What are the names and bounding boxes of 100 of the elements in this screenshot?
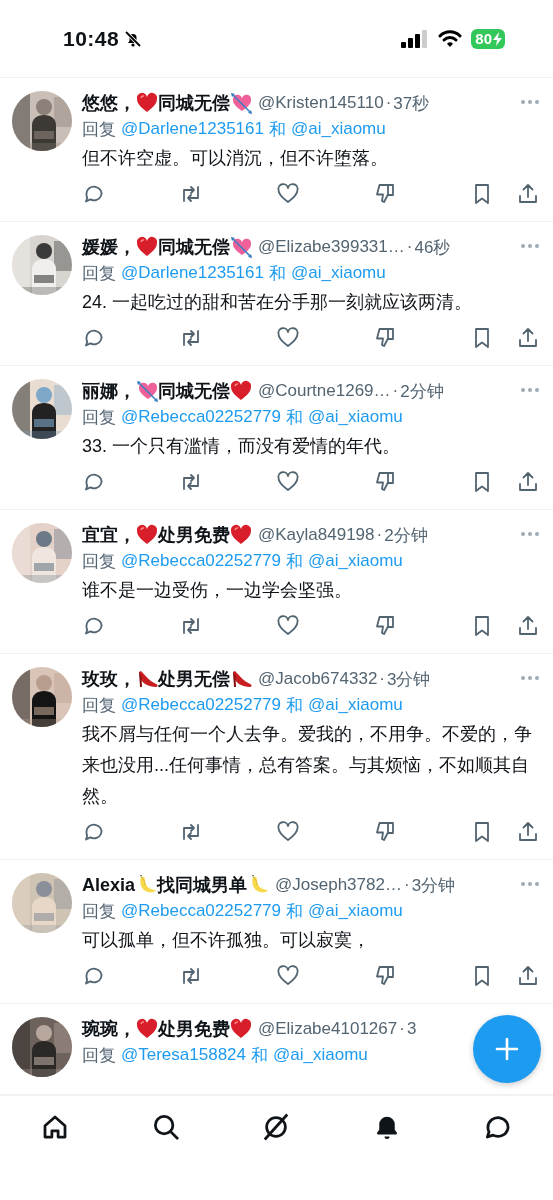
reply-label: 回复 bbox=[82, 694, 116, 717]
plus-icon bbox=[495, 1037, 519, 1061]
user-handle: @Kayla849198 bbox=[258, 525, 375, 545]
user-handle: @Elizabe399331… bbox=[258, 237, 405, 257]
high-heel-icon bbox=[136, 668, 158, 690]
conjunction: 和 bbox=[269, 262, 286, 285]
conjunction: 和 bbox=[269, 118, 286, 141]
heart-icon bbox=[230, 1018, 252, 1040]
like-icon[interactable] bbox=[276, 326, 300, 348]
arrow-heart-icon bbox=[230, 92, 252, 114]
mention-link[interactable]: @ai_xiaomu bbox=[291, 263, 386, 283]
separator-dot: · bbox=[378, 669, 387, 689]
share-icon[interactable] bbox=[516, 614, 540, 636]
mention-link[interactable]: @Rebecca02252779 bbox=[121, 407, 281, 427]
mention-link[interactable]: @Rebecca02252779 bbox=[121, 695, 281, 715]
timestamp: 2分钟 bbox=[384, 524, 428, 547]
tweet-text: 但不许空虚。可以消沉，但不许堕落。 bbox=[82, 148, 389, 168]
display-name: 丽娜， bbox=[82, 380, 136, 403]
mention-link[interactable]: @Darlene1235161 bbox=[121, 119, 264, 139]
separator-dot: · bbox=[398, 1019, 406, 1039]
user-handle: @Elizabe4101267 bbox=[258, 1019, 398, 1039]
display-name: 同城无偿 bbox=[158, 92, 230, 115]
timestamp: 2分钟 bbox=[400, 380, 444, 403]
like-icon[interactable] bbox=[276, 820, 300, 842]
conjunction: 和 bbox=[251, 1044, 268, 1067]
timestamp: 46秒 bbox=[414, 236, 451, 259]
timestamp: 3 bbox=[406, 1019, 417, 1039]
share-icon[interactable] bbox=[516, 182, 540, 204]
mention-link[interactable]: @ai_xiaomu bbox=[308, 901, 403, 921]
tweet-text: 谁不是一边受伤，一边学会坚强。 bbox=[82, 580, 353, 600]
reply-label: 回复 bbox=[82, 118, 116, 141]
like-icon[interactable] bbox=[276, 614, 300, 636]
conjunction: 和 bbox=[286, 406, 303, 429]
dislike-icon[interactable] bbox=[373, 326, 397, 348]
display-name: Alexia bbox=[82, 874, 136, 896]
user-handle: @Kristen145110 bbox=[258, 93, 384, 113]
share-icon[interactable] bbox=[516, 820, 540, 842]
mention-link[interactable]: @ai_xiaomu bbox=[273, 1045, 368, 1065]
display-name: 琬琬， bbox=[82, 1018, 136, 1041]
reply-label: 回复 bbox=[82, 262, 116, 285]
display-name: 处男无偿 bbox=[158, 668, 230, 691]
tweet-text: 我不屑与任何一个人去争。爱我的，不用争。不爱的，争来也没用...任何事情，总有答案。与其烦恼，不如顺其自然。 bbox=[82, 724, 532, 806]
timestamp: 37秒 bbox=[393, 92, 430, 115]
conjunction: 和 bbox=[286, 694, 303, 717]
mention-link[interactable]: @ai_xiaomu bbox=[308, 695, 403, 715]
conjunction: 和 bbox=[286, 550, 303, 573]
dislike-icon[interactable] bbox=[373, 964, 397, 986]
display-name: 处男免费 bbox=[158, 1018, 230, 1041]
heart-icon bbox=[136, 524, 158, 546]
timestamp: 3分钟 bbox=[411, 874, 456, 897]
display-name: 处男免费 bbox=[158, 524, 230, 547]
compose-button[interactable] bbox=[473, 1015, 541, 1083]
reply-label: 回复 bbox=[82, 406, 116, 429]
reply-label: 回复 bbox=[82, 550, 116, 573]
mention-link[interactable]: @ai_xiaomu bbox=[308, 551, 403, 571]
arrow-heart-icon bbox=[136, 380, 158, 402]
status-time: 10:48 bbox=[63, 26, 120, 51]
separator-dot: · bbox=[384, 93, 393, 113]
heart-icon bbox=[136, 236, 158, 258]
tweet-text: 33. 一个只有滥情，而没有爱情的年代。 bbox=[82, 436, 402, 456]
arrow-heart-icon bbox=[230, 236, 252, 258]
display-name: 找同城男单 bbox=[157, 874, 248, 897]
mention-link[interactable]: @Darlene1235161 bbox=[121, 263, 264, 283]
display-name: 玫玫， bbox=[82, 668, 136, 691]
share-icon[interactable] bbox=[516, 470, 540, 492]
user-handle: @Courtne1269… bbox=[258, 381, 391, 401]
mention-link[interactable]: @ai_xiaomu bbox=[291, 119, 386, 139]
separator-dot: · bbox=[391, 381, 400, 401]
timestamp: 3分钟 bbox=[387, 668, 431, 691]
conjunction: 和 bbox=[286, 900, 303, 923]
wifi-icon bbox=[438, 29, 463, 48]
mention-link[interactable]: @Teresa158824 bbox=[121, 1045, 246, 1065]
separator-dot: · bbox=[375, 525, 384, 545]
share-icon[interactable] bbox=[516, 326, 540, 348]
tweet-text: 24. 一起吃过的甜和苦在分手那一刻就应该两清。 bbox=[82, 292, 474, 312]
like-icon[interactable] bbox=[276, 182, 300, 204]
high-heel-icon bbox=[230, 668, 252, 690]
reply-label: 回复 bbox=[82, 1044, 116, 1067]
battery-indicator: 80 bbox=[471, 28, 505, 49]
dislike-icon[interactable] bbox=[373, 470, 397, 492]
mention-link[interactable]: @Rebecca02252779 bbox=[121, 901, 281, 921]
mention-link[interactable]: @ai_xiaomu bbox=[308, 407, 403, 427]
heart-icon bbox=[136, 1018, 158, 1040]
separator-dot: · bbox=[402, 875, 411, 895]
user-handle: @Jacob674332 bbox=[258, 669, 378, 689]
display-name: 同城无偿 bbox=[158, 236, 230, 259]
tweet-text: 可以孤单，但不许孤独。可以寂寞， bbox=[82, 930, 371, 950]
dislike-icon[interactable] bbox=[373, 614, 397, 636]
separator-dot: · bbox=[405, 237, 414, 257]
dislike-icon[interactable] bbox=[373, 820, 397, 842]
signal-icon bbox=[401, 29, 430, 48]
display-name: 同城无偿 bbox=[158, 380, 230, 403]
user-handle: @Joseph3782… bbox=[275, 875, 402, 895]
like-icon[interactable] bbox=[276, 964, 300, 986]
dislike-icon[interactable] bbox=[373, 182, 397, 204]
mention-link[interactable]: @Rebecca02252779 bbox=[121, 551, 281, 571]
like-icon[interactable] bbox=[276, 470, 300, 492]
display-name: 宜宜， bbox=[82, 524, 136, 547]
share-icon[interactable] bbox=[516, 964, 540, 986]
heart-icon bbox=[230, 380, 252, 402]
